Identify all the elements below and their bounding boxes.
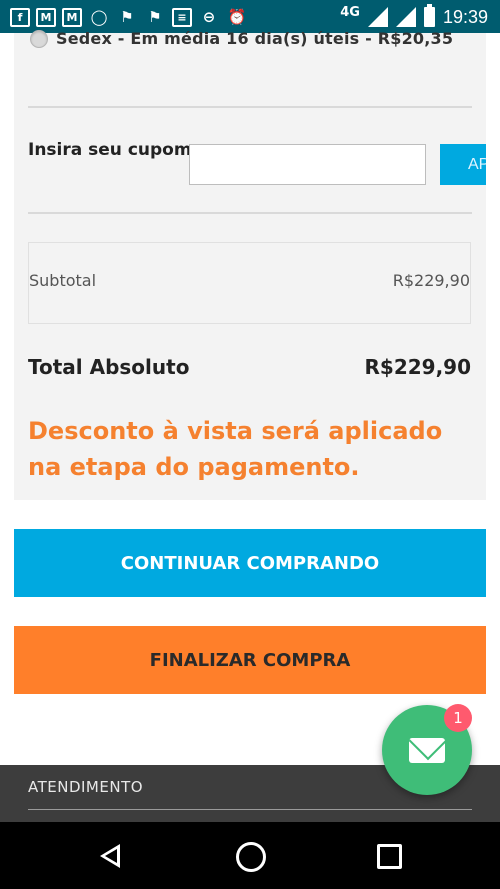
- footer-divider: [28, 809, 472, 810]
- divider: [28, 106, 472, 108]
- status-right: 4G 19:39: [340, 4, 488, 29]
- do-not-disturb-icon: ⊖: [202, 8, 216, 26]
- coupon-input[interactable]: [189, 144, 426, 185]
- subtotal-box: Subtotal R$229,90: [28, 242, 471, 324]
- chat-badge: 1: [444, 704, 472, 732]
- discount-notice: Desconto à vista será aplicado na etapa …: [28, 417, 443, 481]
- whatsapp-icon: ◯: [90, 8, 108, 26]
- continue-shopping-button[interactable]: CONTINUAR COMPRANDO: [14, 529, 486, 597]
- shipping-radio[interactable]: [30, 29, 48, 48]
- document-icon: ≡: [172, 7, 192, 27]
- signal-icon: [367, 7, 388, 27]
- checkout-button[interactable]: FINALIZAR COMPRA: [14, 626, 486, 694]
- apply-coupon-button[interactable]: APLICAR: [440, 144, 486, 185]
- home-icon[interactable]: [236, 842, 266, 872]
- total-value: R$229,90: [364, 355, 472, 379]
- navigation-bar: [0, 822, 500, 889]
- gmail-icon: M: [36, 7, 56, 27]
- divider: [28, 212, 472, 214]
- flag-icon: ⚑: [148, 8, 162, 26]
- network-type: 4G: [340, 4, 360, 20]
- clock: 19:39: [442, 6, 488, 27]
- mail-icon: [409, 738, 445, 763]
- notification-icons: f M M ◯ ⚑ ⚑ ≡ ⊖ ⏰: [10, 5, 248, 29]
- total-label: Total Absoluto: [28, 355, 190, 379]
- shipping-option-label: Sedex - Em média 16 dia(s) úteis - R$20,…: [56, 29, 454, 48]
- alarm-icon: ⏰: [227, 8, 247, 26]
- facebook-icon: f: [10, 7, 30, 27]
- signal-icon: [395, 7, 416, 27]
- battery-icon: [423, 4, 435, 27]
- shipping-option[interactable]: Sedex - Em média 16 dia(s) úteis - R$20,…: [30, 29, 453, 48]
- coupon-label: Insira seu cupom:: [28, 140, 199, 160]
- recent-apps-icon[interactable]: [377, 844, 402, 869]
- subtotal-label: Subtotal: [29, 271, 97, 290]
- back-icon[interactable]: [100, 844, 120, 868]
- subtotal-value: R$229,90: [392, 271, 470, 290]
- gmail-icon: M: [62, 7, 82, 27]
- cart-summary-panel: Sedex - Em média 16 dia(s) úteis - R$20,…: [14, 29, 486, 500]
- flag-icon: ⚑: [120, 8, 134, 26]
- footer-title[interactable]: ATENDIMENTO: [28, 778, 143, 796]
